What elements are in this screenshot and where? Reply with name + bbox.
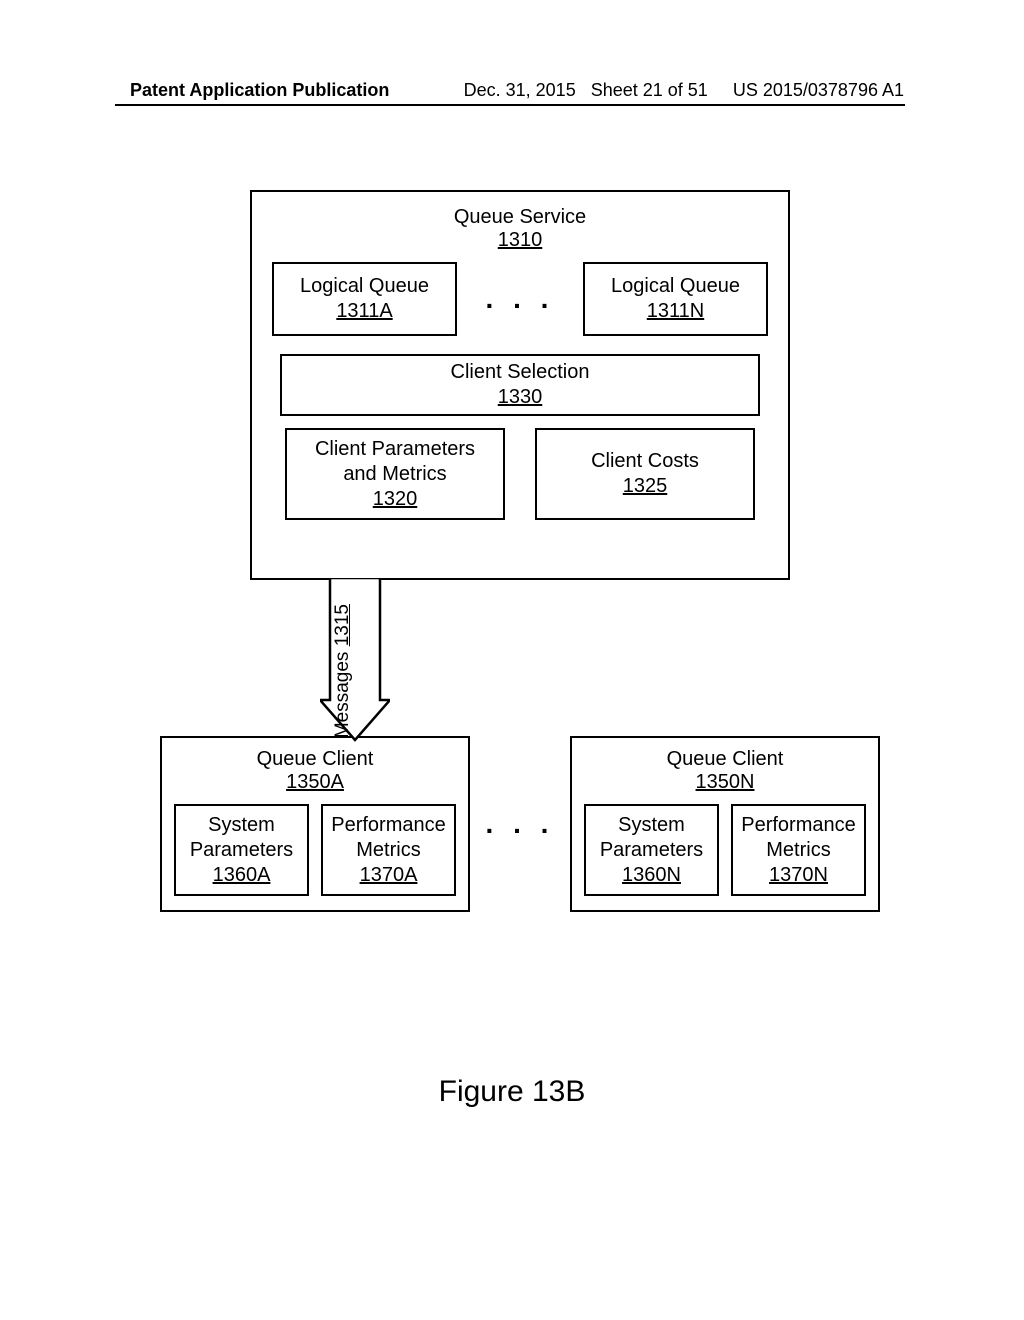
system-params-a-ref: 1360A [213,863,271,888]
system-params-n-box: System Parameters 1360N [584,804,719,896]
diagram-canvas: Queue Service 1310 Logical Queue 1311A .… [240,190,800,912]
system-params-a-box: System Parameters 1360A [174,804,309,896]
logical-queue-a-ref: 1311A [336,299,392,324]
logical-queue-n-ref: 1311N [647,299,704,324]
client-selection-ref: 1330 [498,385,543,410]
system-params-n-ref: 1360N [622,863,681,888]
client-costs-ref: 1325 [623,474,668,499]
logical-queue-row: Logical Queue 1311A . . . Logical Queue … [272,262,768,336]
client-params-ref: 1320 [373,487,418,512]
page-header: Patent Application Publication Dec. 31, … [0,80,1024,101]
messages-arrow: Messages 1315 [320,580,800,740]
queue-service-title: Queue Service 1310 [272,206,768,252]
ellipsis-icon: . . . [486,808,555,840]
client-costs-label: Client Costs [591,449,699,474]
client-params-line2: and Metrics [343,462,446,487]
queue-client-n-label: Queue Client [667,748,784,770]
queue-client-n-ref: 1350N [696,771,755,793]
perf-metrics-a-box: Performance Metrics 1370A [321,804,456,896]
queue-client-n-title: Queue Client 1350N [584,748,866,794]
header-right: Dec. 31, 2015 Sheet 21 of 51 US 2015/037… [464,80,904,101]
header-sheet: Sheet 21 of 51 [591,80,708,100]
perf-metrics-n-l1: Performance [741,813,856,838]
perf-metrics-a-l1: Performance [331,813,446,838]
system-params-n-l2: Parameters [600,838,703,863]
client-selection-box: Client Selection 1330 [280,354,760,416]
queue-client-a-ref: 1350A [286,771,344,793]
queue-service-box: Queue Service 1310 Logical Queue 1311A .… [250,190,790,580]
perf-metrics-a-l2: Metrics [356,838,420,863]
logical-queue-n-box: Logical Queue 1311N [583,262,768,336]
queue-client-a-box: Queue Client 1350A System Parameters 136… [160,736,470,912]
system-params-n-l1: System [618,813,685,838]
logical-queue-a-box: Logical Queue 1311A [272,262,457,336]
ellipsis-icon: . . . [486,283,555,315]
perf-metrics-n-ref: 1370N [769,863,828,888]
figure-caption: Figure 13B [0,1075,1024,1109]
messages-label: Messages [332,652,353,739]
perf-metrics-a-ref: 1370A [360,863,418,888]
logical-queue-a-label: Logical Queue [300,274,429,299]
header-docnum: US 2015/0378796 A1 [733,80,904,100]
client-selection-label: Client Selection [451,360,590,385]
client-costs-box: Client Costs 1325 [535,428,755,520]
queue-service-ref: 1310 [498,229,543,251]
queue-client-a-title: Queue Client 1350A [174,748,456,794]
messages-label-wrap: Messages 1315 [332,470,354,604]
system-params-a-l1: System [208,813,275,838]
header-date: Dec. 31, 2015 [464,80,576,100]
perf-metrics-n-l2: Metrics [766,838,830,863]
perf-metrics-n-box: Performance Metrics 1370N [731,804,866,896]
queue-client-n-box: Queue Client 1350N System Parameters 136… [570,736,880,912]
block-arrow-down-icon [320,578,390,742]
queue-service-label: Queue Service [454,206,586,228]
client-params-line1: Client Parameters [315,437,475,462]
queue-client-a-label: Queue Client [257,748,374,770]
queue-clients-row: Queue Client 1350A System Parameters 136… [160,736,880,912]
header-rule [115,104,905,106]
messages-ref: 1315 [332,604,353,646]
system-params-a-l2: Parameters [190,838,293,863]
logical-queue-n-label: Logical Queue [611,274,740,299]
header-left: Patent Application Publication [130,80,389,101]
client-params-box: Client Parameters and Metrics 1320 [285,428,505,520]
